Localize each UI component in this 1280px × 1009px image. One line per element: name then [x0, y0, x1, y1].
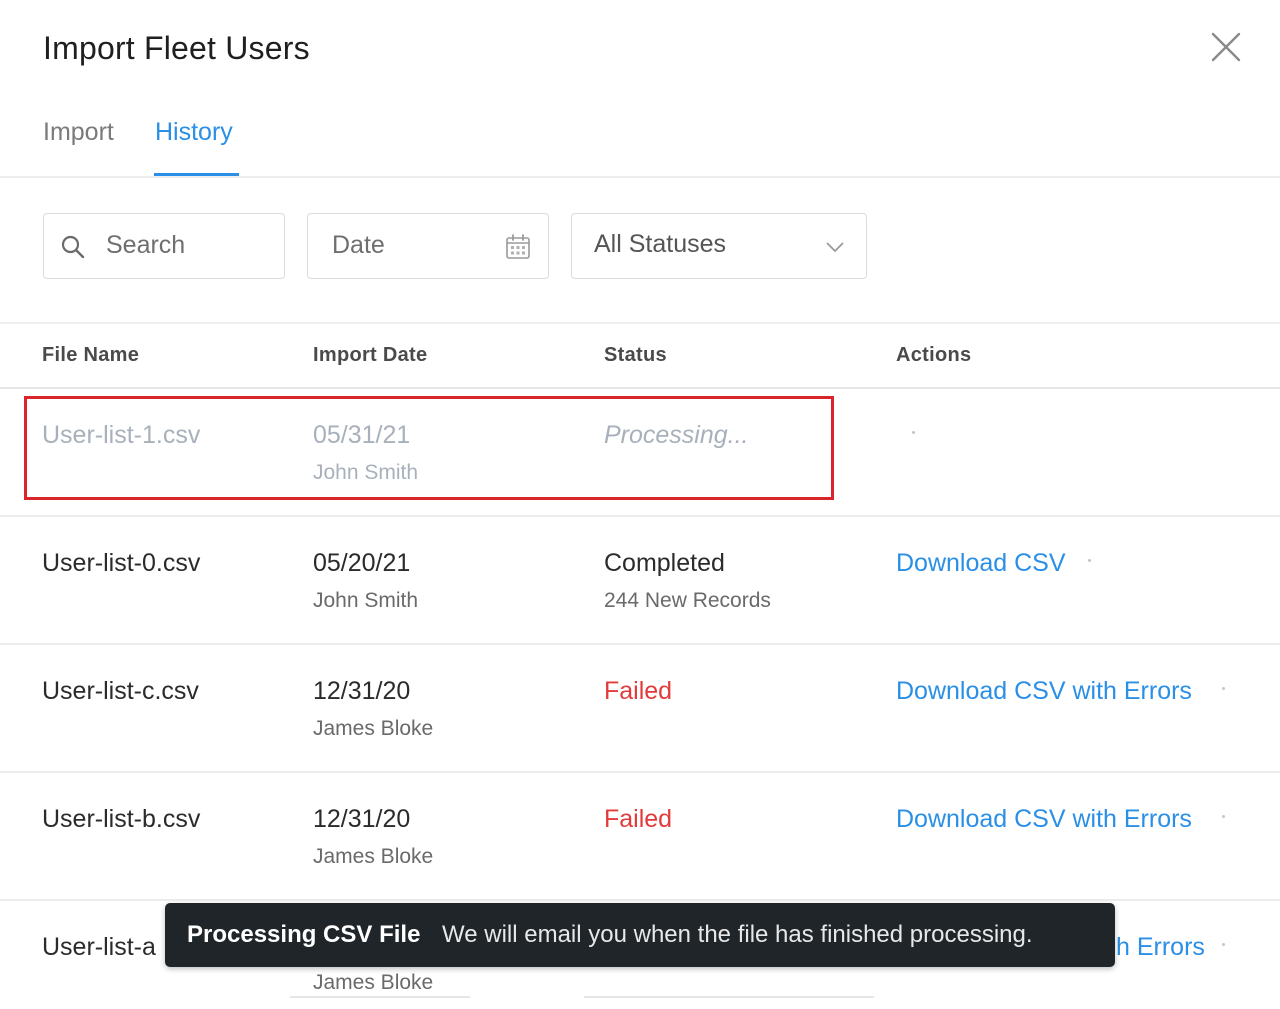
header-status: Status — [604, 344, 667, 366]
file-name: User-list-b.csv — [42, 805, 201, 833]
import-date: 05/20/21 — [313, 549, 411, 577]
search-box[interactable] — [43, 213, 285, 279]
table-row: User-list-c.csv 12/31/20 James Bloke Fai… — [0, 645, 1280, 773]
calendar-icon[interactable] — [504, 233, 532, 261]
actions-dot — [1088, 559, 1091, 562]
status-detail: 244 New Records — [604, 589, 771, 612]
header-file-name: File Name — [42, 344, 140, 366]
header-import-date: Import Date — [313, 344, 428, 366]
status-text: Completed — [604, 549, 725, 577]
date-input[interactable] — [332, 214, 502, 277]
status-select[interactable]: All Statuses — [571, 213, 867, 279]
divider — [290, 996, 470, 998]
status-text: Failed — [604, 677, 673, 705]
imported-by: James Bloke — [313, 845, 434, 868]
actions-dot — [1222, 943, 1225, 946]
filter-bar: All Statuses — [0, 213, 1280, 279]
download-csv-link[interactable]: Download CSV — [896, 549, 1066, 578]
active-tab-indicator — [154, 173, 239, 176]
tab-bar: Import History — [0, 110, 1280, 178]
toast-message: We will email you when the file has fini… — [442, 921, 1033, 948]
import-date: 12/31/20 — [313, 805, 411, 833]
dialog-title: Import Fleet Users — [43, 30, 310, 66]
search-icon — [61, 235, 85, 259]
actions-dot — [912, 431, 915, 434]
table-header: File Name Import Date Status Actions — [0, 322, 1280, 389]
processing-row-highlight — [24, 396, 834, 500]
chevron-down-icon — [826, 242, 844, 253]
tab-history[interactable]: History — [155, 118, 233, 147]
status-select-value: All Statuses — [594, 230, 727, 258]
table-row: User-list-b.csv 12/31/20 James Bloke Fai… — [0, 773, 1280, 901]
import-fleet-users-dialog: Import Fleet Users Import History Search… — [0, 0, 1280, 1009]
table-row: User-list-0.csv 05/20/21 John Smith Comp… — [0, 517, 1280, 645]
tab-import[interactable]: Import — [43, 118, 114, 147]
imported-by: James Bloke — [313, 717, 434, 740]
header-actions: Actions — [896, 344, 972, 366]
close-icon — [1211, 32, 1241, 62]
processing-toast: Processing CSV File We will email you wh… — [165, 903, 1115, 967]
file-name: User-list-a — [42, 933, 156, 961]
imported-by: John Smith — [313, 589, 419, 612]
actions-dot — [1222, 815, 1225, 818]
divider — [584, 996, 874, 998]
date-filter[interactable] — [307, 213, 549, 279]
download-csv-errors-link[interactable]: Download CSV with Errors — [896, 805, 1192, 834]
import-date: 12/31/20 — [313, 677, 411, 705]
imported-by: James Bloke — [313, 971, 434, 994]
download-csv-errors-link[interactable]: h Errors — [1116, 933, 1205, 962]
actions-dot — [1222, 687, 1225, 690]
file-name: User-list-c.csv — [42, 677, 199, 705]
search-input[interactable] — [106, 214, 276, 277]
file-name: User-list-0.csv — [42, 549, 201, 577]
status-text: Failed — [604, 805, 673, 833]
toast-title: Processing CSV File — [187, 921, 421, 948]
download-csv-errors-link[interactable]: Download CSV with Errors — [896, 677, 1192, 706]
close-button[interactable] — [1206, 28, 1246, 68]
